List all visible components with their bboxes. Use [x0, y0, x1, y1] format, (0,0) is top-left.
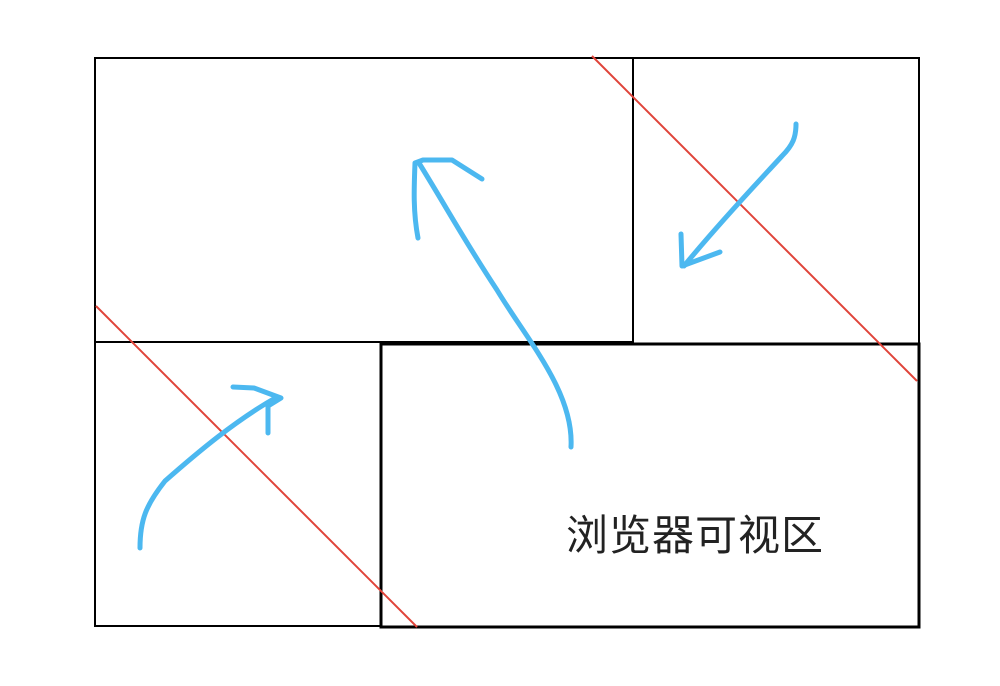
arrow-shaft — [416, 160, 574, 450]
browser-viewport-box — [379, 342, 921, 629]
arrow-into-bottom-left — [137, 384, 284, 551]
arrow-viewport-to-top-left — [411, 157, 574, 450]
arrow-shaft — [681, 121, 799, 269]
top-right-box — [632, 57, 920, 345]
bottom-left-box — [94, 341, 382, 627]
viewport-label: 浏览器可视区 — [566, 511, 824, 560]
top-right-diagonal — [591, 55, 918, 382]
bottom-left-diagonal — [95, 305, 418, 628]
diagram-canvas: 浏览器可视区 — [94, 55, 921, 629]
arrow-into-top-right — [678, 121, 799, 269]
top-left-box — [94, 57, 634, 343]
